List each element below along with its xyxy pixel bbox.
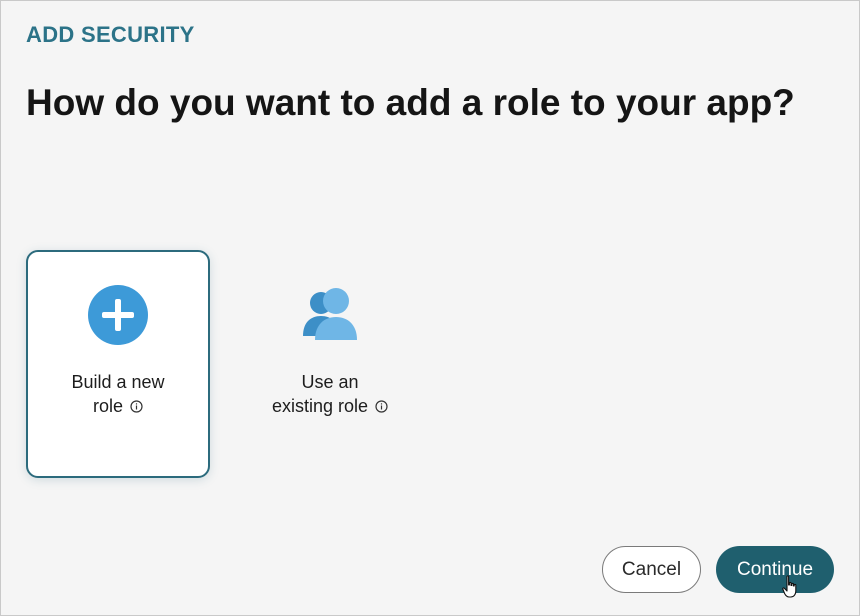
hand-cursor-icon bbox=[782, 575, 797, 598]
dialog-eyebrow: ADD SECURITY bbox=[26, 22, 195, 47]
option-label: Use an existing role bbox=[272, 370, 388, 418]
option-label-line2: existing role bbox=[271, 396, 369, 416]
option-label: Build a new role bbox=[71, 370, 164, 418]
option-build-new-role[interactable]: Build a new role bbox=[26, 250, 210, 478]
plus-circle-icon bbox=[88, 285, 148, 345]
continue-button[interactable]: Continue bbox=[716, 546, 834, 593]
option-label-line2: role bbox=[92, 396, 123, 416]
info-icon[interactable] bbox=[130, 400, 143, 413]
info-icon[interactable] bbox=[375, 400, 388, 413]
option-use-existing-role[interactable]: Use an existing role bbox=[238, 250, 422, 478]
option-label-line1: Use an bbox=[301, 372, 359, 392]
dialog-title: How do you want to add a role to your ap… bbox=[26, 82, 795, 123]
users-icon bbox=[303, 288, 357, 340]
option-label-line1: Build a new bbox=[71, 372, 165, 392]
add-security-dialog: ADD SECURITY How do you want to add a ro… bbox=[0, 0, 860, 616]
cancel-button[interactable]: Cancel bbox=[602, 546, 701, 593]
